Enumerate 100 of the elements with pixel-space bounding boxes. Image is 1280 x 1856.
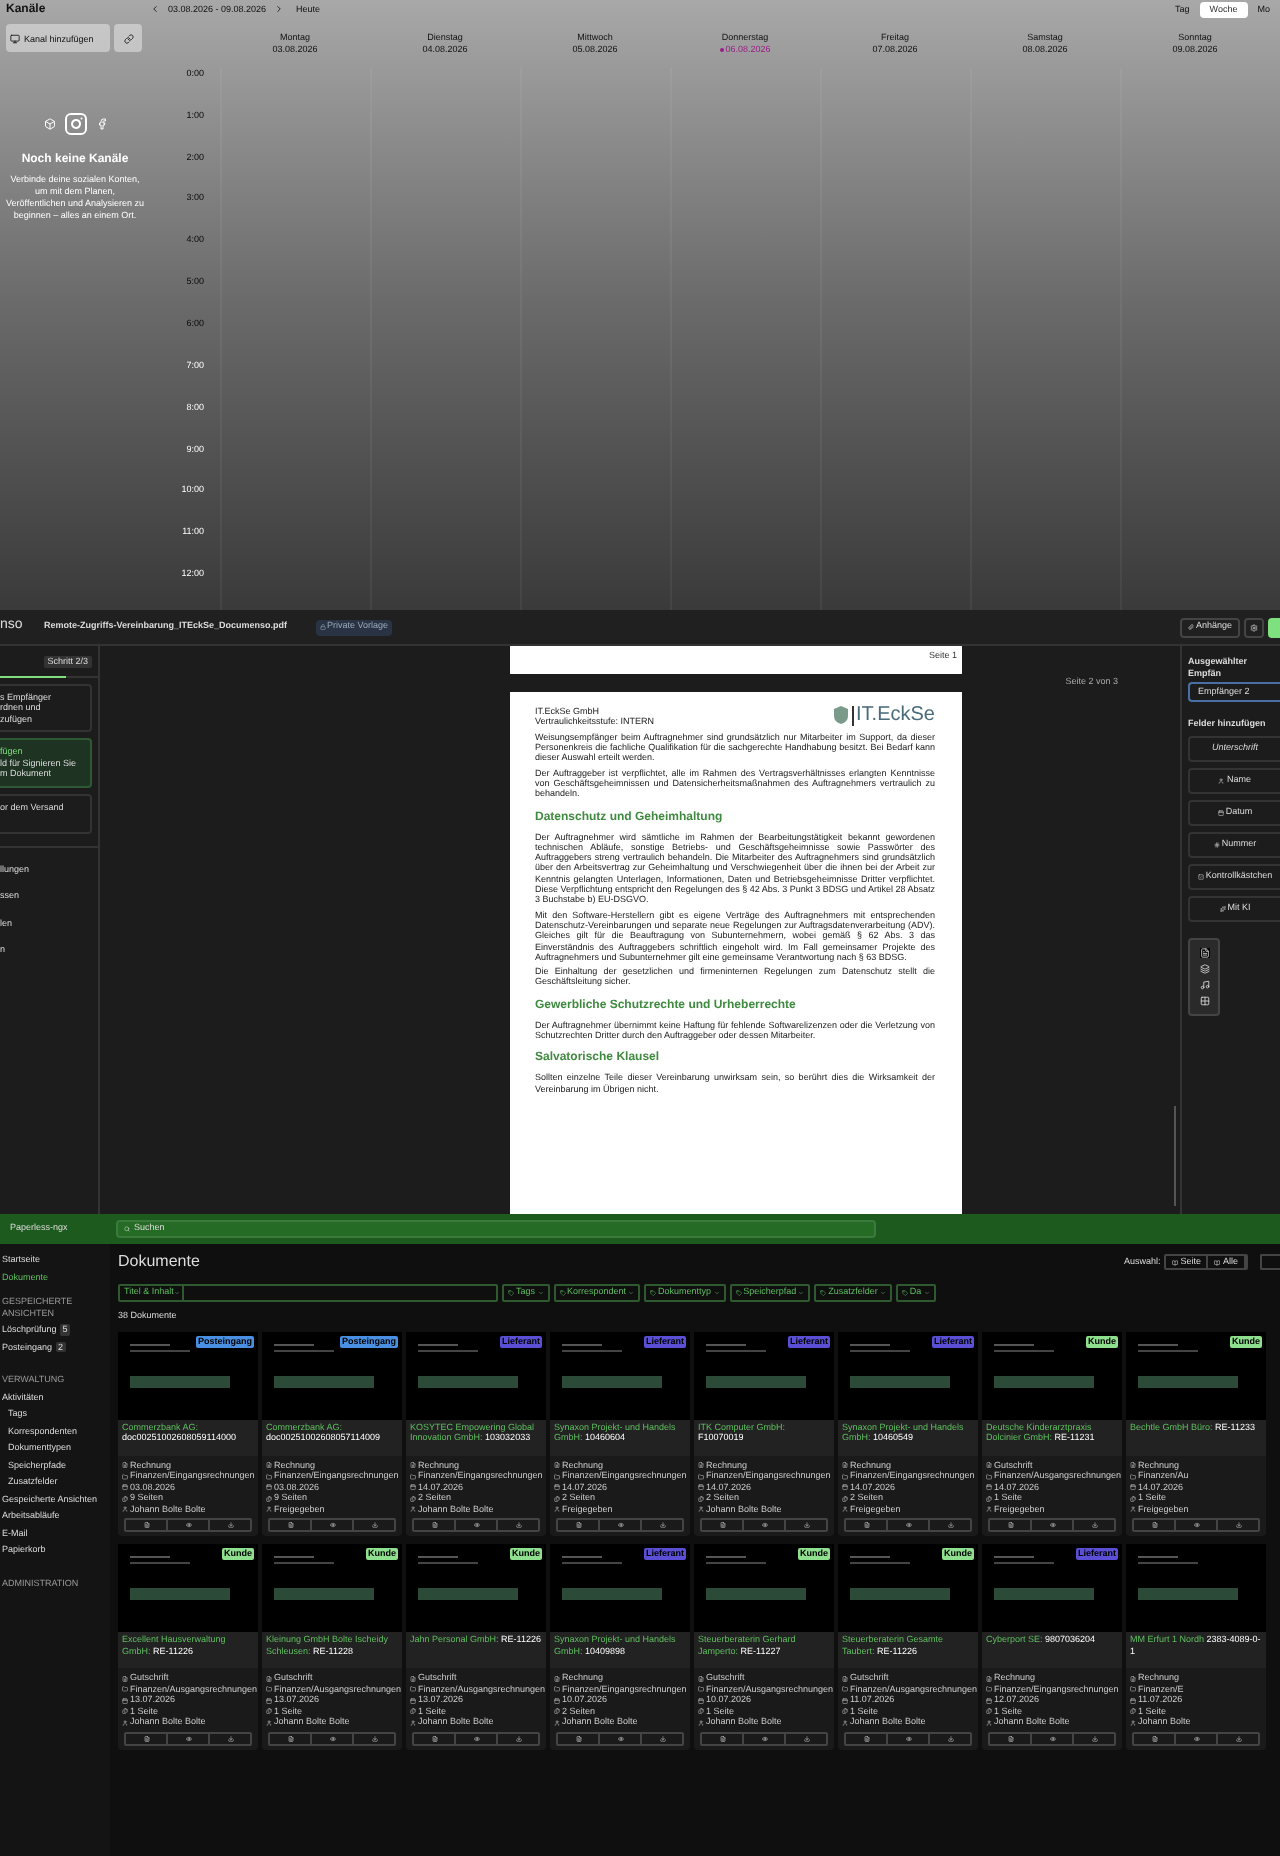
download-icon — [659, 1735, 665, 1742]
document-icon — [143, 1735, 149, 1742]
document-icon — [575, 1735, 581, 1742]
document-icon — [143, 1522, 149, 1529]
download-icon — [515, 1522, 521, 1529]
calendar-icon — [122, 1697, 128, 1703]
file-icon — [122, 1462, 128, 1468]
pages-icon — [698, 1708, 704, 1714]
document-icon — [1151, 1522, 1157, 1529]
document-icon — [287, 1522, 293, 1529]
download-icon — [1235, 1735, 1241, 1742]
file-icon — [122, 1675, 128, 1681]
document-icon[interactable] — [1199, 947, 1209, 957]
action-button[interactable] — [1268, 617, 1280, 637]
download-icon — [227, 1735, 233, 1742]
checkbox-icon — [1197, 873, 1204, 879]
document-icon — [1007, 1522, 1013, 1529]
file-icon — [842, 1462, 848, 1468]
document-icon — [1151, 1735, 1157, 1742]
user-icon — [554, 1506, 560, 1512]
music-icon[interactable] — [1199, 979, 1209, 989]
eye-icon — [617, 1522, 623, 1529]
pages-icon — [986, 1708, 992, 1714]
tag-icon — [650, 1290, 657, 1296]
grid-icon[interactable] — [1199, 995, 1209, 1005]
folder-icon — [986, 1473, 992, 1479]
download-icon — [1235, 1522, 1241, 1529]
folder-icon — [266, 1473, 272, 1479]
download-icon — [371, 1522, 377, 1529]
tag-icon — [820, 1290, 827, 1296]
pages-icon — [698, 1495, 704, 1501]
user-icon — [842, 1506, 848, 1512]
eye-icon — [473, 1522, 479, 1529]
file-icon — [698, 1675, 704, 1681]
download-icon — [227, 1522, 233, 1529]
eye-icon — [185, 1522, 191, 1529]
user-icon — [122, 1719, 128, 1725]
next-icon[interactable] — [274, 4, 285, 15]
download-icon — [371, 1735, 377, 1742]
user-icon — [986, 1719, 992, 1725]
eye-icon — [473, 1735, 479, 1742]
eye-icon — [329, 1522, 335, 1529]
folder-icon — [842, 1473, 848, 1479]
user-icon — [410, 1719, 416, 1725]
document-icon — [287, 1735, 293, 1742]
folder-icon — [410, 1473, 416, 1479]
calendar-icon — [698, 1697, 704, 1703]
download-icon — [515, 1735, 521, 1742]
user-icon — [410, 1506, 416, 1512]
previous-icon[interactable] — [150, 4, 160, 15]
folder-icon — [554, 1473, 560, 1479]
document-icon — [719, 1522, 725, 1529]
eye-icon — [761, 1522, 767, 1529]
folder-icon — [986, 1686, 992, 1692]
download-icon — [947, 1522, 953, 1529]
search-icon — [124, 1226, 130, 1232]
user-icon — [842, 1719, 848, 1725]
pages-icon — [410, 1708, 416, 1714]
eye-icon — [761, 1735, 767, 1742]
file-icon — [410, 1675, 416, 1681]
file-icon — [986, 1462, 992, 1468]
user-icon — [1130, 1719, 1136, 1725]
pages-icon — [122, 1708, 128, 1714]
document-icon — [575, 1522, 581, 1529]
pages-icon — [554, 1708, 560, 1714]
pages-icon — [266, 1495, 272, 1501]
monitor-icon — [10, 33, 20, 43]
calendar-icon — [266, 1484, 272, 1490]
link-icon — [123, 33, 133, 43]
calendar-icon — [410, 1484, 416, 1490]
settings-button[interactable] — [1244, 617, 1264, 637]
calendar-icon — [122, 1484, 128, 1490]
calendar-icon — [410, 1697, 416, 1703]
calendar-icon — [554, 1697, 560, 1703]
paperclip-icon — [1187, 624, 1194, 630]
download-icon — [947, 1735, 953, 1742]
folder-icon — [554, 1686, 560, 1692]
document-icon — [719, 1735, 725, 1742]
file-icon — [1130, 1675, 1136, 1681]
bulk-action-button[interactable] — [1260, 1254, 1280, 1270]
download-icon — [1091, 1522, 1097, 1529]
eye-icon — [617, 1735, 623, 1742]
user-icon — [266, 1506, 272, 1512]
user-icon — [122, 1506, 128, 1512]
file-icon — [986, 1675, 992, 1681]
pages-icon — [1130, 1708, 1136, 1714]
eye-icon — [1049, 1522, 1055, 1529]
link-button[interactable] — [114, 24, 142, 52]
document-icon — [863, 1735, 869, 1742]
pages-icon — [554, 1495, 560, 1501]
settings-icon — [1250, 623, 1258, 631]
pages-icon — [1130, 1495, 1136, 1501]
user-icon — [986, 1506, 992, 1512]
pages-icon — [986, 1495, 992, 1501]
file-icon — [698, 1462, 704, 1468]
hash-icon — [1213, 841, 1220, 847]
calendar-icon — [1130, 1484, 1136, 1490]
pages-icon — [842, 1708, 848, 1714]
layers-icon[interactable] — [1199, 963, 1209, 973]
document-thumbnail — [1126, 1544, 1266, 1633]
